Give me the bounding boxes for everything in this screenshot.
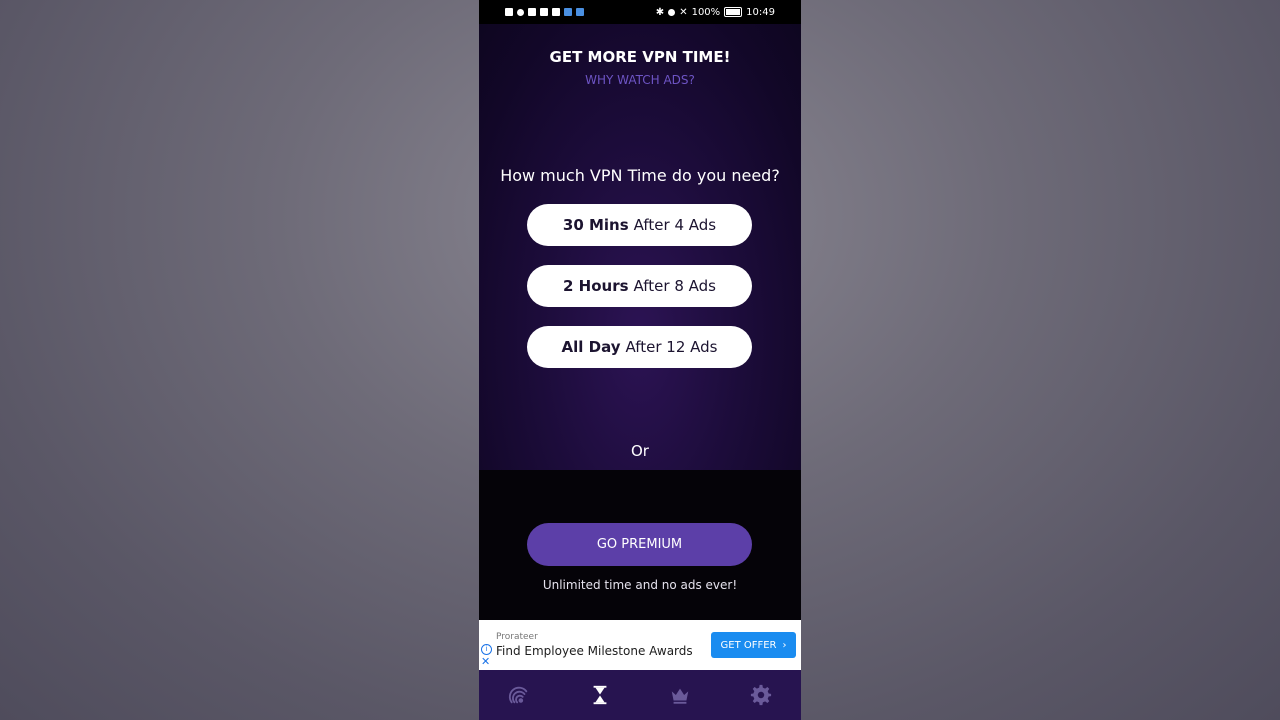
get-offer-button[interactable]: GET OFFER › [711,632,796,658]
key-icon [528,8,536,16]
phone-screen: ✱ ✕ 100% 10:49 GET MORE VPN TIME! WHY WA… [479,0,801,720]
status-left-icons [505,8,584,16]
status-right: ✱ ✕ 100% 10:49 [656,7,775,18]
page-title: GET MORE VPN TIME! [549,48,731,66]
chevron-right-icon: › [782,639,787,651]
or-divider: Or [631,442,649,460]
camera-icon [540,8,548,16]
why-watch-ads-link[interactable]: WHY WATCH ADS? [479,73,801,87]
nav-premium[interactable] [640,670,721,720]
premium-section: GO PREMIUM Unlimited time and no ads eve… [479,470,801,620]
vpn-time-panel: GET MORE VPN TIME! WHY WATCH ADS? How mu… [479,24,801,470]
bluetooth-icon: ✱ [655,6,665,18]
battery-icon [724,7,743,17]
notification-icon [505,8,513,16]
ad-sponsor: Prorateer [496,632,538,642]
chat-icon [576,8,584,16]
option-ads: After 12 Ads [625,338,718,356]
ad-close-icon[interactable]: ✕ [481,656,490,668]
vpn-icon [509,686,528,704]
cat-icon [552,8,560,16]
status-bar: ✱ ✕ 100% 10:49 [479,0,801,24]
location-icon [668,8,676,16]
nav-vpn[interactable] [479,670,560,720]
ad-banner[interactable]: i ✕ Prorateer Find Employee Milestone Aw… [479,620,801,670]
hourglass-icon [593,685,607,705]
option-2-hours-button[interactable]: 2 Hours After 8 Ads [527,265,752,307]
option-30-mins-button[interactable]: 30 Mins After 4 Ads [527,204,752,246]
ad-info-icon[interactable]: i [481,644,492,655]
premium-note: Unlimited time and no ads ever! [542,578,738,592]
battery-percent: 100% [691,6,721,18]
option-duration: All Day [561,338,621,356]
wifi-icon [517,8,524,16]
option-ads: After 8 Ads [633,277,716,295]
cloud-icon [564,8,572,16]
mute-icon: ✕ [679,6,688,18]
clock: 10:49 [746,6,775,18]
nav-settings[interactable] [721,670,802,720]
option-all-day-button[interactable]: All Day After 12 Ads [527,326,752,368]
bottom-nav [479,670,801,720]
option-duration: 30 Mins [562,216,629,234]
option-duration: 2 Hours [563,277,629,295]
crown-icon [672,688,689,704]
ad-headline[interactable]: Find Employee Milestone Awards [496,644,693,658]
get-offer-label: GET OFFER [720,639,777,651]
vpn-time-question: How much VPN Time do you need? [500,166,780,185]
option-ads: After 4 Ads [633,216,717,234]
go-premium-button[interactable]: GO PREMIUM [527,523,752,566]
nav-timer[interactable] [560,670,641,720]
gear-icon [750,684,771,706]
